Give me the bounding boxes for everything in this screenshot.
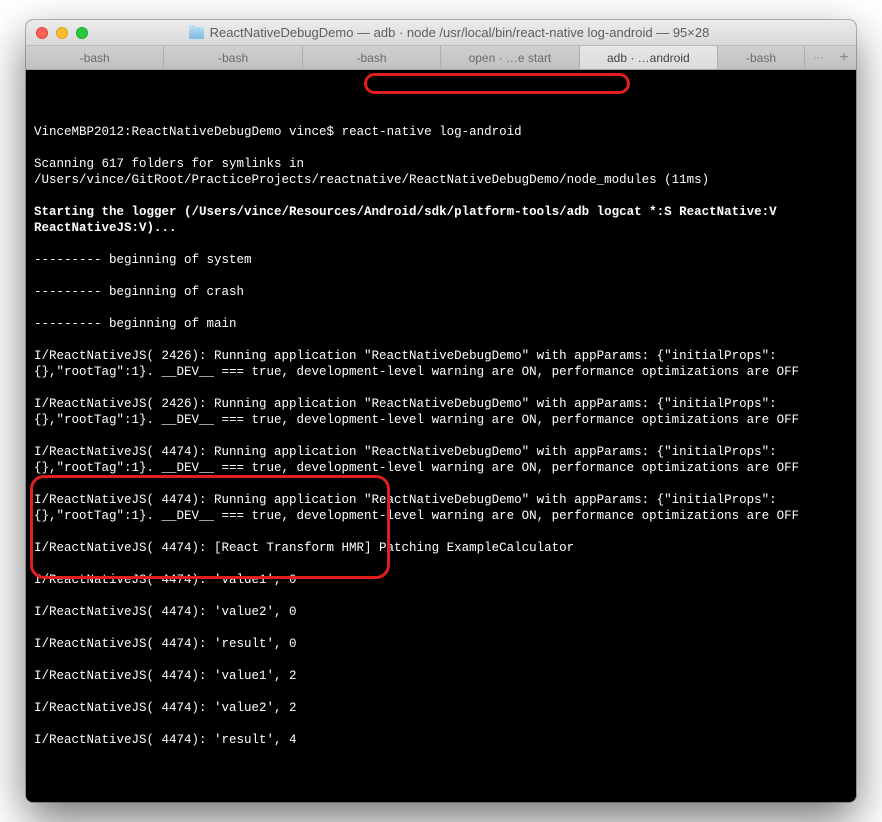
terminal-body[interactable]: VinceMBP2012:ReactNativeDebugDemo vince$… (26, 70, 856, 802)
prompt-line: VinceMBP2012:ReactNativeDebugDemo vince$… (34, 124, 848, 140)
output-line: --------- beginning of system (34, 252, 848, 268)
close-icon[interactable] (36, 27, 48, 39)
log-line: I/ReactNativeJS( 4474): 'value1', 0 (34, 572, 848, 588)
tab-bar: -bash -bash -bash open · …e start adb · … (26, 46, 856, 70)
tab-label: -bash (80, 51, 110, 65)
terminal-window: ReactNativeDebugDemo — adb · node /usr/l… (26, 20, 856, 802)
tab-3[interactable]: -bash (303, 46, 441, 69)
output-line: Scanning 617 folders for symlinks in /Us… (34, 156, 848, 188)
output-line: I/ReactNativeJS( 4474): Running applicat… (34, 492, 848, 524)
window-title: ReactNativeDebugDemo — adb · node /usr/l… (210, 25, 710, 40)
highlight-logs (30, 475, 390, 579)
tab-label: adb · …android (607, 51, 690, 65)
log-line: I/ReactNativeJS( 4474): 'value2', 2 (34, 700, 848, 716)
tab-label: open · …e start (469, 51, 552, 65)
tab-label: -bash (357, 51, 387, 65)
tab-5-active[interactable]: adb · …android (580, 46, 718, 69)
tab-2[interactable]: -bash (164, 46, 302, 69)
tab-4[interactable]: open · …e start (441, 46, 579, 69)
output-line: I/ReactNativeJS( 4474): [React Transform… (34, 540, 848, 556)
log-line: I/ReactNativeJS( 4474): 'value1', 2 (34, 668, 848, 684)
log-line: I/ReactNativeJS( 4474): 'result', 4 (34, 732, 848, 748)
prompt: VinceMBP2012:ReactNativeDebugDemo vince$ (34, 125, 342, 139)
new-tab-button[interactable]: + (832, 46, 856, 69)
tab-label: -bash (746, 51, 776, 65)
tab-6[interactable]: -bash (718, 46, 804, 69)
tab-label: -bash (218, 51, 248, 65)
output-line: I/ReactNativeJS( 4474): Running applicat… (34, 444, 848, 476)
window-title-area: ReactNativeDebugDemo — adb · node /usr/l… (74, 25, 824, 40)
titlebar[interactable]: ReactNativeDebugDemo — adb · node /usr/l… (26, 20, 856, 46)
tabs-overflow[interactable]: ··· (804, 46, 832, 69)
minimize-icon[interactable] (56, 27, 68, 39)
folder-icon (189, 27, 204, 39)
output-line: I/ReactNativeJS( 2426): Running applicat… (34, 396, 848, 428)
log-line: I/ReactNativeJS( 4474): 'result', 0 (34, 636, 848, 652)
highlight-command (364, 73, 630, 94)
output-line: --------- beginning of crash (34, 284, 848, 300)
log-line: I/ReactNativeJS( 4474): 'value2', 0 (34, 604, 848, 620)
output-line: I/ReactNativeJS( 2426): Running applicat… (34, 348, 848, 380)
output-line: --------- beginning of main (34, 316, 848, 332)
tab-1[interactable]: -bash (26, 46, 164, 69)
typed-command: react-native log-android (342, 125, 522, 139)
output-line-bold: Starting the logger (/Users/vince/Resour… (34, 204, 848, 236)
